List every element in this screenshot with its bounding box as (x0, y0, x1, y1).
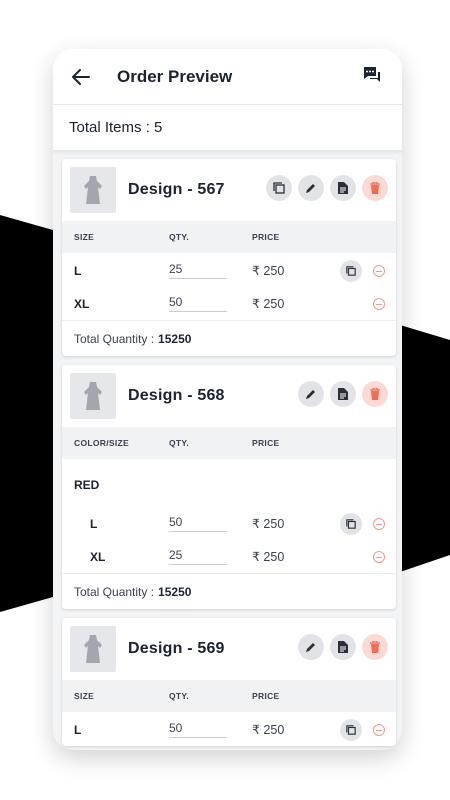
table-row: L 25 ₹ 250 (62, 254, 396, 287)
total-quantity-value: 15250 (158, 331, 192, 346)
document-button[interactable] (330, 381, 356, 407)
edit-design-button[interactable] (298, 381, 324, 407)
design-card: Design - 567 SIZE QTY. PRICE L 25 ₹ 250 … (62, 159, 396, 356)
remove-row-button[interactable] (373, 551, 385, 563)
trash-icon (370, 641, 380, 653)
copy-icon (346, 519, 356, 529)
col-qty: QTY. (169, 691, 190, 701)
total-quantity: Total Quantity : 15250 (62, 320, 396, 356)
size-label: L (74, 722, 82, 737)
color-group-label: RED (74, 478, 100, 492)
copy-row-button[interactable] (340, 260, 362, 282)
col-price: PRICE (252, 232, 280, 242)
table-row: XL 50 ₹ 250 (62, 287, 396, 320)
document-button[interactable] (330, 634, 356, 660)
remove-row-button[interactable] (373, 724, 385, 736)
col-size: SIZE (74, 232, 95, 242)
remove-row-button[interactable] (373, 265, 385, 277)
card-header: Design - 568 (62, 365, 396, 427)
card-header: Design - 569 (62, 618, 396, 680)
size-label: L (74, 263, 82, 278)
trash-icon (370, 182, 380, 194)
table-header: SIZE QTY. PRICE (62, 221, 396, 253)
col-price: PRICE (252, 691, 280, 701)
back-arrow-icon (72, 68, 90, 85)
dress-icon (84, 382, 102, 410)
edit-icon (306, 390, 315, 399)
phone-screen: Order Preview Total Items : 5 Design - 5… (53, 49, 402, 750)
table-row: L 50 ₹ 250 (62, 713, 396, 746)
copy-icon (346, 266, 356, 276)
col-size: SIZE (74, 691, 95, 701)
delete-design-button[interactable] (362, 175, 388, 201)
design-name: Design - 569 (128, 640, 225, 657)
price-value: ₹ 250 (252, 517, 285, 531)
edit-design-button[interactable] (298, 634, 324, 660)
price-value: ₹ 250 (252, 297, 285, 311)
table-row: L 50 ₹ 250 (62, 507, 396, 540)
table-row: XL 25 ₹ 250 (62, 540, 396, 573)
table-header: COLOR/SIZE QTY. PRICE (62, 427, 396, 459)
price-value: ₹ 250 (252, 264, 285, 278)
remove-row-button[interactable] (373, 298, 385, 310)
copy-icon (273, 182, 285, 194)
total-items: Total Items : 5 (53, 105, 402, 151)
copy-design-button[interactable] (266, 175, 292, 201)
card-actions (266, 175, 388, 201)
qty-input[interactable]: 25 (169, 548, 227, 565)
total-quantity-value: 15250 (158, 584, 192, 599)
size-label: L (90, 516, 98, 531)
design-thumbnail[interactable] (70, 167, 116, 213)
design-name: Design - 567 (128, 181, 225, 198)
table-header: SIZE QTY. PRICE (62, 680, 396, 712)
chat-button[interactable] (362, 65, 384, 87)
copy-row-button[interactable] (340, 719, 362, 741)
document-button[interactable] (330, 175, 356, 201)
size-label: XL (90, 549, 106, 564)
card-actions (298, 381, 388, 407)
edit-icon (306, 184, 315, 193)
design-name: Design - 568 (128, 387, 225, 404)
copy-icon (346, 725, 356, 735)
edit-design-button[interactable] (298, 175, 324, 201)
total-quantity: Total Quantity : 15250 (62, 573, 396, 609)
design-thumbnail[interactable] (70, 373, 116, 419)
card-actions (298, 634, 388, 660)
document-icon (338, 182, 348, 194)
back-button[interactable] (69, 65, 93, 89)
document-icon (338, 641, 348, 653)
size-label: XL (74, 296, 90, 311)
qty-input[interactable]: 25 (169, 262, 227, 279)
dress-icon (84, 635, 102, 663)
col-color-size: COLOR/SIZE (74, 438, 129, 448)
total-quantity-label: Total Quantity : (74, 331, 155, 346)
col-price: PRICE (252, 438, 280, 448)
design-card: Design - 568 COLOR/SIZE QTY. PRICE RED L… (62, 365, 396, 609)
total-quantity-label: Total Quantity : (74, 584, 155, 599)
design-thumbnail[interactable] (70, 626, 116, 672)
qty-input[interactable]: 50 (169, 295, 227, 312)
copy-row-button[interactable] (340, 513, 362, 535)
col-qty: QTY. (169, 438, 190, 448)
dress-icon (84, 176, 102, 204)
delete-design-button[interactable] (362, 381, 388, 407)
price-value: ₹ 250 (252, 723, 285, 737)
edit-icon (306, 643, 315, 652)
remove-row-button[interactable] (373, 518, 385, 530)
col-qty: QTY. (169, 232, 190, 242)
delete-design-button[interactable] (362, 634, 388, 660)
app-bar: Order Preview (53, 49, 402, 104)
qty-input[interactable]: 50 (169, 721, 227, 738)
card-header: Design - 567 (62, 159, 396, 221)
design-list: Design - 567 SIZE QTY. PRICE L 25 ₹ 250 … (53, 151, 402, 746)
document-icon (338, 388, 348, 400)
price-value: ₹ 250 (252, 550, 285, 564)
trash-icon (370, 388, 380, 400)
design-card: Design - 569 SIZE QTY. PRICE L 50 ₹ 250 (62, 618, 396, 746)
qty-input[interactable]: 50 (169, 515, 227, 532)
page-title: Order Preview (117, 66, 233, 86)
chat-icon (364, 67, 380, 82)
